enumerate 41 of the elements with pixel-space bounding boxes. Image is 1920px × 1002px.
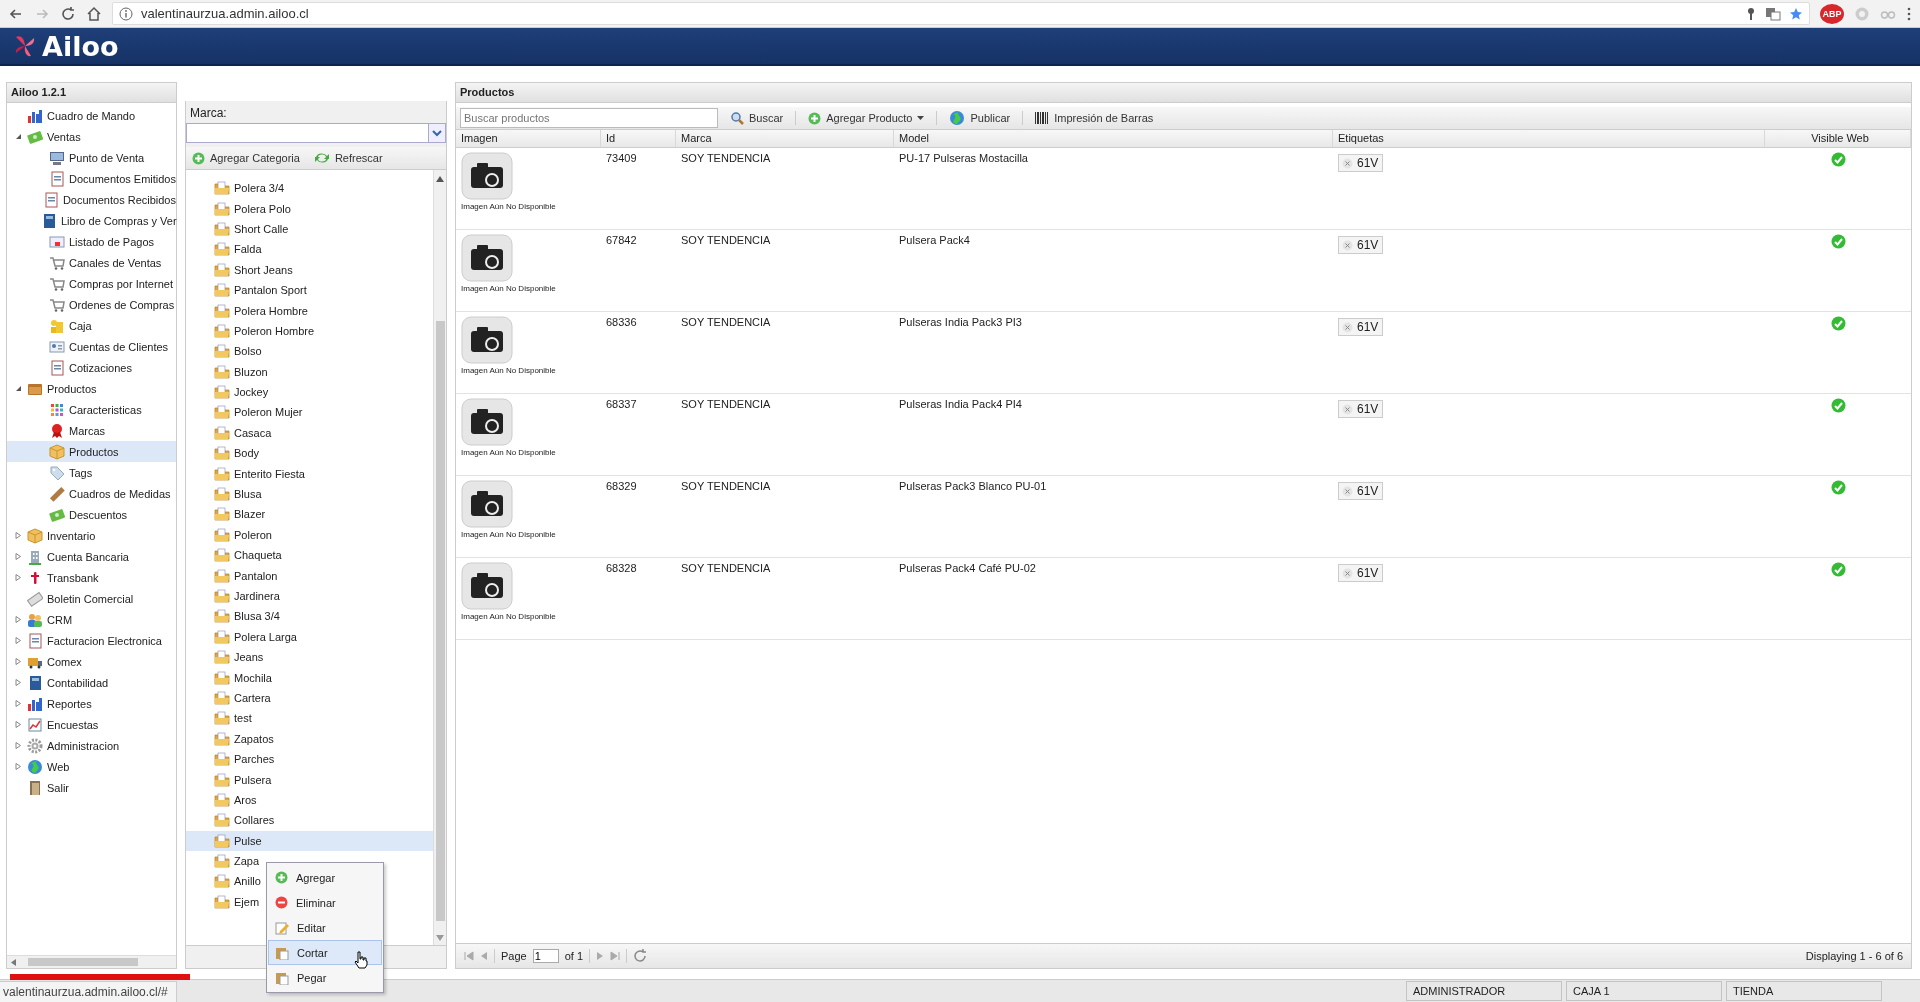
pager-summary: Displaying 1 - 6 of 6 (1805, 950, 1903, 962)
table-cell: SOY TENDENCIA (681, 234, 771, 246)
pager-label: of 1 (564, 950, 584, 962)
table-cell: 68337 (606, 398, 637, 410)
status-field: CAJA 1 (1566, 981, 1722, 1001)
table-cell: SOY TENDENCIA (681, 562, 771, 574)
image-caption: Imagen Aún No Disponible (461, 448, 556, 457)
image-caption: Imagen Aún No Disponible (461, 202, 556, 211)
table-cell: SOY TENDENCIA (681, 316, 771, 328)
table-cell: PU-17 Pulseras Mostacilla (899, 152, 1028, 164)
table-cell: SOY TENDENCIA (681, 480, 771, 492)
status-field: ADMINISTRADOR (1406, 981, 1562, 1001)
table-cell: 67842 (606, 234, 637, 246)
table-cell: SOY TENDENCIA (681, 398, 771, 410)
tag-chip: 61V (1338, 564, 1384, 582)
table-cell: Pulsera Pack4 (899, 234, 970, 246)
table-cell: Pulseras India Pack4 PI4 (899, 398, 1022, 410)
app-logo: Ailoo (42, 30, 119, 62)
image-caption: Imagen Aún No Disponible (461, 284, 556, 293)
tag-chip: 61V (1338, 400, 1384, 418)
status-field: TIENDA (1726, 981, 1882, 1001)
tag-chip: 61V (1338, 482, 1384, 500)
table-cell: Pulseras Pack3 Blanco PU-01 (899, 480, 1047, 492)
image-caption: Imagen Aún No Disponible (461, 612, 556, 621)
link-status: valentinaurzua.admin.ailoo.cl/# (0, 981, 177, 1002)
table-cell: 68328 (606, 562, 637, 574)
tag-chip: 61V (1338, 236, 1384, 254)
image-caption: Imagen Aún No Disponible (461, 530, 556, 539)
table-cell: 68336 (606, 316, 637, 328)
image-caption: Imagen Aún No Disponible (461, 366, 556, 375)
pager-label: Page (501, 950, 527, 962)
table-cell: Pulseras Pack4 Café PU-02 (899, 562, 1036, 574)
tag-chip: 61V (1338, 154, 1384, 172)
table-cell: 73409 (606, 152, 637, 164)
table-cell: 68329 (606, 480, 637, 492)
panel-title: Ailoo 1.2.1 (7, 83, 176, 103)
tag-chip: 61V (1338, 318, 1384, 336)
table-cell: Pulseras India Pack3 PI3 (899, 316, 1022, 328)
table-cell: SOY TENDENCIA (681, 152, 771, 164)
panel-title: Productos (456, 83, 1911, 103)
field-label: Marca: (189, 105, 228, 122)
